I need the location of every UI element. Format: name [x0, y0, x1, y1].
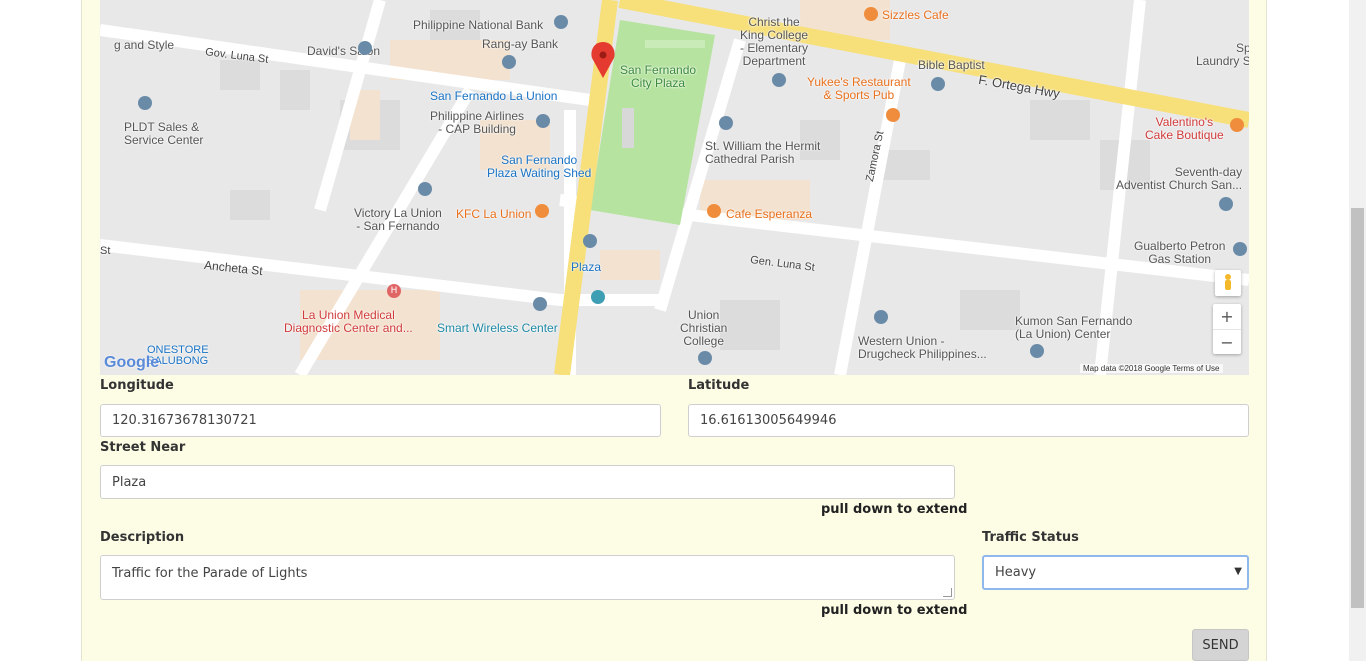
shop-pin-icon[interactable]: [591, 290, 605, 304]
map-label-pldt: PLDT Sales & Service Center: [124, 120, 204, 147]
restaurant-pin-icon[interactable]: [535, 204, 549, 218]
pin-icon[interactable]: [533, 297, 547, 311]
map-label-cafe-esperanza: Cafe Esperanza: [726, 207, 813, 221]
map-label-sf-la-union: San Fernando La Union: [430, 89, 558, 103]
description-text: Traffic for the Parade of Lights: [112, 566, 308, 581]
description-label: Description: [100, 530, 185, 545]
map-label-gualberto: Gualberto Petron Gas Station: [1134, 239, 1226, 266]
gas-pin-icon[interactable]: [1233, 242, 1247, 256]
description-textarea[interactable]: Traffic for the Parade of Lights: [100, 555, 955, 600]
map-label-smart: Smart Wireless Center: [437, 321, 558, 335]
map-label-seventh-day: Seventh-day Adventist Church San...: [1116, 165, 1243, 192]
school-pin-icon[interactable]: [698, 351, 712, 365]
bank-pin-icon[interactable]: [502, 55, 516, 69]
map-label-st-william: St. William the Hermit Cathedral Parish: [705, 139, 821, 166]
zoom-in-button[interactable]: +: [1213, 304, 1241, 329]
map-label-plaza-shed: San Fernando Plaza Waiting Shed: [487, 153, 592, 180]
longitude-label: Longitude: [100, 378, 174, 393]
map-label-sizzles: Sizzles Cafe: [882, 8, 949, 22]
zoom-out-button[interactable]: −: [1213, 329, 1241, 355]
latitude-field[interactable]: 16.61613005649946: [688, 404, 1249, 437]
map-label-bible-baptist: Bible Baptist: [918, 58, 985, 72]
send-button[interactable]: SEND: [1192, 629, 1249, 661]
longitude-field[interactable]: 120.31673678130721: [100, 404, 661, 437]
church-pin-icon[interactable]: [719, 116, 733, 130]
traffic-status-select[interactable]: Heavy ▼: [982, 555, 1249, 590]
map-label-victory: Victory La Union - San Fernando: [354, 206, 442, 233]
street-near-field[interactable]: Plaza: [100, 465, 955, 499]
cafe-pin-icon[interactable]: [864, 7, 878, 21]
traffic-status-label: Traffic Status: [982, 530, 1079, 545]
school-pin-icon[interactable]: [1030, 344, 1044, 358]
google-logo: Google: [104, 354, 160, 371]
map-label-style: g and Style: [114, 38, 175, 52]
pin-icon[interactable]: [358, 41, 372, 55]
pin-icon[interactable]: [874, 310, 888, 324]
street-near-label: Street Near: [100, 440, 186, 455]
street-view-pegman-icon[interactable]: [1215, 270, 1241, 296]
scrollbar-thumb[interactable]: [1351, 208, 1364, 608]
map-label-kfc: KFC La Union: [456, 207, 532, 221]
map-label-city-plaza: San Fernando City Plaza: [620, 63, 697, 90]
map-label-valentinos: Valentino's Cake Boutique: [1145, 115, 1224, 142]
map-label-rangay: Rang-ay Bank: [482, 37, 559, 51]
chevron-down-icon: ▼: [1234, 566, 1242, 577]
restaurant-pin-icon[interactable]: [886, 108, 900, 122]
latitude-label: Latitude: [688, 378, 750, 393]
map-label-plaza: Plaza: [571, 260, 602, 274]
map-label-yukees: Yukee's Restaurant & Sports Pub: [807, 75, 911, 102]
map-label-laundry: Sp Laundry S: [1196, 41, 1249, 68]
traffic-status-value: Heavy: [995, 565, 1037, 580]
cafe-pin-icon[interactable]: [707, 204, 721, 218]
map-label-pal: Philippine Airlines - CAP Building: [430, 109, 525, 136]
school-pin-icon[interactable]: [772, 73, 786, 87]
pin-icon[interactable]: [138, 96, 152, 110]
map-label-christ-king: Christ the King College - Elementary Dep…: [740, 15, 809, 68]
map-label-lu-medical: La Union Medical Diagnostic Center and..…: [284, 308, 413, 335]
church-pin-icon[interactable]: [1219, 197, 1233, 211]
church-pin-icon[interactable]: [418, 182, 432, 196]
road-st: St: [100, 245, 111, 257]
map-label-kumon: Kumon San Fernando (La Union) Center: [1015, 314, 1133, 341]
church-pin-icon[interactable]: [931, 77, 945, 91]
map-label-ucc: Union Christian College: [680, 308, 728, 348]
hospital-pin-icon[interactable]: H: [387, 284, 401, 298]
resize-grip-icon[interactable]: [943, 588, 952, 597]
map-attribution[interactable]: Map data ©2018 Google Terms of Use: [1080, 364, 1223, 373]
map-label-western-union: Western Union - Drugcheck Philippines...: [858, 334, 987, 361]
map-view[interactable]: g and Style Gov. Luna St David's Salon P…: [100, 0, 1249, 375]
zoom-control: + −: [1213, 304, 1241, 354]
street-resize-hint: pull down to extend: [821, 502, 968, 517]
description-resize-hint: pull down to extend: [821, 603, 968, 618]
bank-pin-icon[interactable]: [554, 15, 568, 29]
pin-icon[interactable]: [536, 114, 550, 128]
cake-pin-icon[interactable]: [1230, 118, 1244, 132]
map-label-pnb: Philippine National Bank: [413, 18, 544, 32]
bus-pin-icon[interactable]: [583, 234, 597, 248]
